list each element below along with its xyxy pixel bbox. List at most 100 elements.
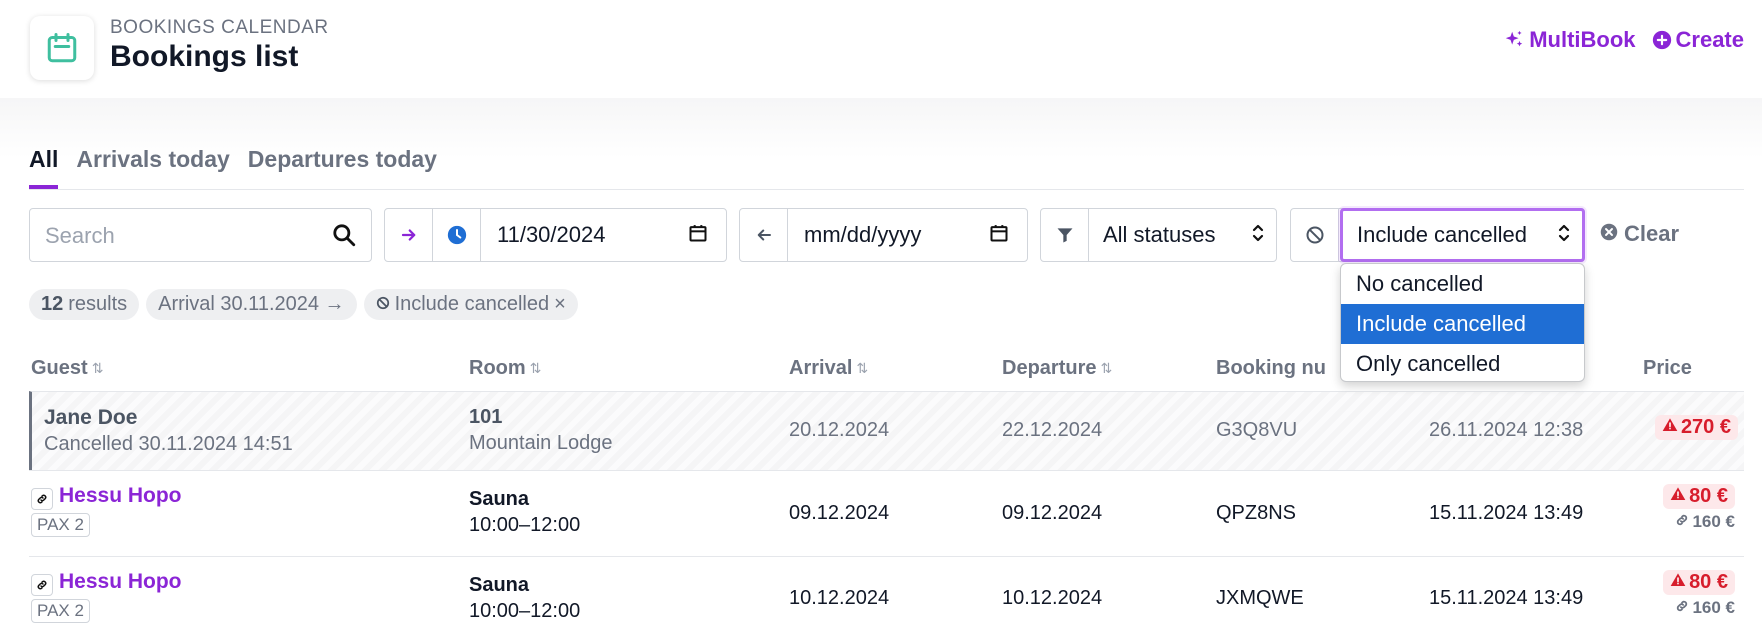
column-header-room[interactable]: Room ⇅ — [469, 357, 541, 380]
search-input[interactable]: Search — [29, 208, 372, 262]
room-number: 101 — [469, 406, 503, 428]
booking-header-label: Booking nu — [1216, 357, 1326, 379]
guest-cell: Jane Doe Cancelled 30.11.2024 14:51 — [44, 406, 293, 456]
table-row[interactable]: Hessu Hopo PAX 2 Sauna 10:00–12:00 09.12… — [29, 470, 1744, 556]
create-button[interactable]: Create — [1652, 27, 1744, 53]
table-row[interactable]: Jane Doe Cancelled 30.11.2024 14:51 101 … — [29, 391, 1744, 470]
tab-all[interactable]: All — [29, 146, 59, 189]
price-value: 80 € — [1689, 485, 1728, 507]
multibook-button[interactable]: MultiBook — [1503, 27, 1636, 53]
arrow-right-icon — [385, 209, 433, 261]
guest-name: Jane Doe — [44, 406, 138, 429]
linked-price-value: 160 € — [1692, 598, 1735, 617]
column-header-booking-number[interactable]: Booking nu — [1216, 357, 1326, 380]
option-only-cancelled[interactable]: Only cancelled — [1341, 344, 1584, 381]
sort-icon: ⇅ — [529, 360, 542, 376]
pax-badge: PAX 2 — [31, 599, 90, 623]
cancelled-chip-label: Include cancelled — [394, 293, 550, 315]
linked-price-value: 160 € — [1692, 512, 1735, 531]
tab-bar: All Arrivals today Departures today — [29, 146, 437, 189]
select-arrows-icon — [1558, 222, 1570, 249]
page-header: BOOKINGS CALENDAR Bookings list MultiBoo… — [0, 0, 1762, 98]
guest-header-label: Guest — [31, 357, 88, 379]
calendar-icon — [30, 16, 94, 80]
link-icon[interactable] — [31, 488, 53, 510]
date-picker-icon[interactable] — [688, 223, 708, 248]
column-header-arrival[interactable]: Arrival ⇅ — [789, 357, 868, 380]
arrow-left-icon — [740, 209, 788, 261]
warning-icon — [1662, 416, 1678, 439]
results-count-chip: 12 results — [29, 289, 140, 320]
option-include-cancelled[interactable]: Include cancelled — [1341, 304, 1584, 344]
price-badge: 270 € — [1654, 415, 1738, 440]
price-badge: 80 € — [1663, 570, 1735, 595]
departure-filter: mm/dd/yyyy — [739, 208, 1028, 262]
warning-icon — [1670, 571, 1686, 594]
page-title: Bookings list — [110, 40, 299, 73]
price-header-label: Price — [1643, 357, 1692, 379]
departure-date-field[interactable]: mm/dd/yyyy — [788, 209, 1027, 261]
time-slot: 10:00–12:00 — [469, 600, 581, 622]
clear-filters-button[interactable]: Clear — [1600, 221, 1679, 247]
room-cell: Sauna 10:00–12:00 — [469, 488, 580, 537]
column-header-departure[interactable]: Departure ⇅ — [1002, 357, 1112, 380]
results-label: results — [68, 293, 128, 315]
price-value: 270 € — [1680, 416, 1731, 438]
departure-date: 10.12.2024 — [1002, 587, 1103, 609]
clock-icon — [433, 209, 481, 261]
option-no-cancelled[interactable]: No cancelled — [1341, 264, 1584, 304]
arrival-header-label: Arrival — [789, 357, 853, 379]
table-row[interactable]: Hessu Hopo PAX 2 Sauna 10:00–12:00 10.12… — [29, 556, 1744, 634]
created-date: 15.11.2024 13:49 — [1429, 587, 1584, 609]
cancelled-filter-chip[interactable]: Include cancelled × — [363, 289, 578, 320]
link-icon[interactable] — [31, 574, 53, 596]
departure-date-placeholder: mm/dd/yyyy — [804, 222, 922, 247]
ban-icon — [1291, 209, 1339, 261]
created-date: 15.11.2024 13:49 — [1429, 502, 1584, 524]
remove-chip-button[interactable]: × — [554, 293, 566, 316]
arrival-filter-chip[interactable]: Arrival 30.11.2024 → — [146, 289, 357, 320]
link-icon — [1675, 598, 1689, 618]
booking-number: G3Q8VU — [1216, 419, 1298, 441]
guest-name-link[interactable]: Hessu Hopo — [59, 570, 182, 593]
cancelled-timestamp: Cancelled 30.11.2024 14:51 — [44, 433, 293, 455]
active-filters: 12 results Arrival 30.11.2024 → Include … — [29, 289, 578, 320]
status-select-value: All statuses — [1103, 222, 1216, 247]
plus-circle-icon — [1652, 30, 1672, 50]
departure-header-label: Departure — [1002, 357, 1097, 379]
guest-cell: Hessu Hopo PAX 2 — [31, 484, 182, 537]
date-picker-icon[interactable] — [989, 223, 1009, 248]
tab-arrivals-today[interactable]: Arrivals today — [76, 146, 229, 189]
link-icon — [1675, 512, 1689, 532]
linked-price: 160 € — [1663, 512, 1735, 532]
price-cell: 270 € — [1654, 415, 1738, 440]
results-count: 12 — [41, 293, 64, 315]
departure-date: 22.12.2024 — [1002, 419, 1103, 441]
ban-icon — [376, 293, 390, 316]
tab-departures-today[interactable]: Departures today — [248, 146, 437, 189]
create-label: Create — [1675, 27, 1744, 52]
room-name: Mountain Lodge — [469, 432, 613, 454]
guest-name-link[interactable]: Hessu Hopo — [59, 484, 182, 507]
cancelled-select[interactable]: Include cancelled — [1340, 208, 1585, 262]
multibook-label: MultiBook — [1529, 27, 1636, 52]
status-select[interactable]: All statuses — [1089, 209, 1276, 261]
column-header-price[interactable]: Price — [1643, 357, 1692, 380]
arrival-date-value: 11/30/2024 — [497, 222, 606, 247]
arrival-date-field[interactable]: 11/30/2024 — [481, 209, 726, 261]
search-icon[interactable] — [331, 222, 357, 253]
search-placeholder: Search — [45, 223, 115, 248]
filter-icon — [1041, 209, 1089, 261]
room-cell: Sauna 10:00–12:00 — [469, 574, 580, 623]
room-header-label: Room — [469, 357, 526, 379]
arrival-date: 09.12.2024 — [789, 502, 890, 524]
room-name: Sauna — [469, 574, 530, 596]
column-header-guest[interactable]: Guest ⇅ — [31, 357, 103, 380]
pax-badge: PAX 2 — [31, 513, 90, 537]
room-cell: 101 Mountain Lodge — [469, 406, 612, 455]
price-cell: 80 € 160 € — [1663, 484, 1735, 532]
linked-price: 160 € — [1663, 598, 1735, 618]
breadcrumb: BOOKINGS CALENDAR — [110, 17, 329, 38]
x-circle-icon — [1600, 221, 1618, 247]
select-arrows-icon — [1252, 222, 1264, 249]
